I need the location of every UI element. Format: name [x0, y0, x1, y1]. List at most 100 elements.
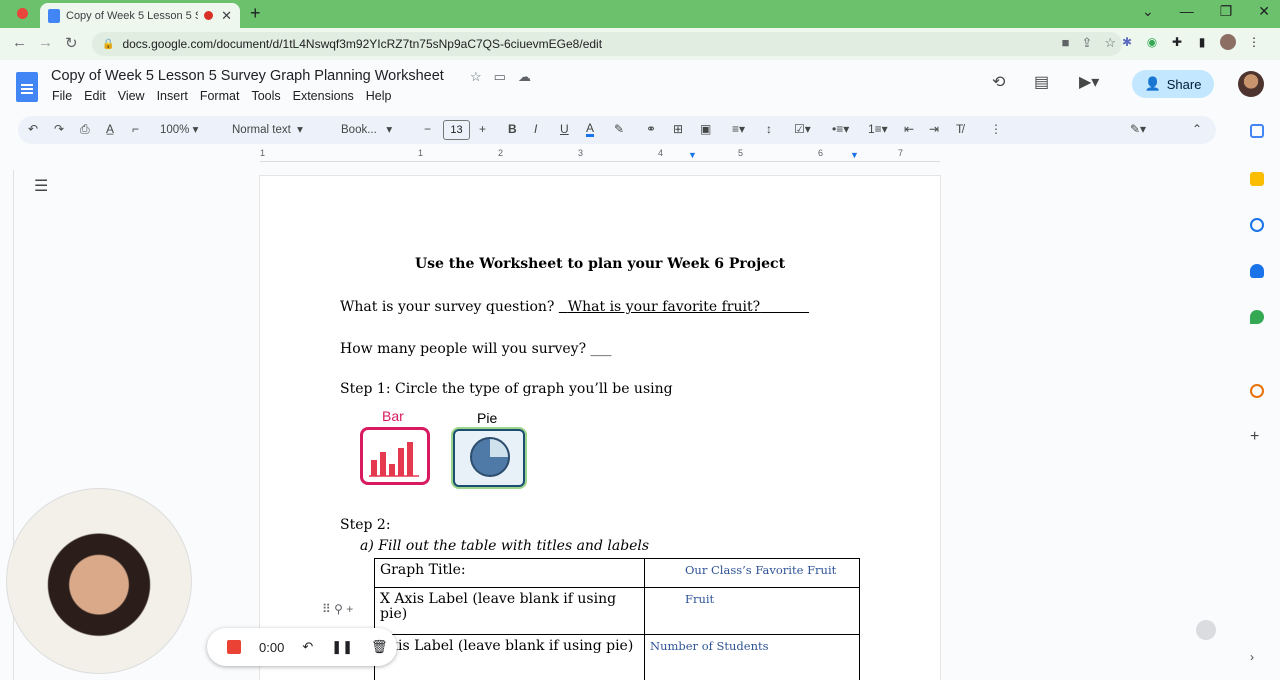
spellcheck-icon[interactable]: A̲ [106, 122, 114, 136]
bookmark-star-icon[interactable]: ☆ [1104, 35, 1116, 51]
close-tab-icon[interactable]: ✕ [221, 8, 232, 24]
row-drag-handle-icon[interactable]: ⠿ ⚲ + [322, 602, 353, 616]
increase-font-icon[interactable]: + [479, 122, 486, 136]
keep-icon[interactable] [1250, 172, 1264, 186]
webcam-bubble[interactable] [6, 488, 192, 674]
delete-icon[interactable]: 🗑 [371, 639, 388, 655]
font-size-input[interactable]: 13 [443, 120, 470, 140]
menu-format[interactable]: Format [200, 89, 240, 103]
menu-edit[interactable]: Edit [84, 89, 106, 103]
clear-formatting-icon[interactable]: T̸ [956, 122, 963, 136]
reload-icon[interactable]: ↻ [65, 34, 78, 52]
font-select[interactable]: Book... ▾ [341, 122, 392, 136]
table-answer-cell[interactable]: Fruit [644, 587, 860, 635]
menu-file[interactable]: File [52, 89, 72, 103]
bar-graph-icon[interactable] [360, 427, 430, 485]
show-panel-icon[interactable]: › [1250, 650, 1264, 664]
explore-icon[interactable] [1196, 620, 1216, 640]
pie-graph-icon[interactable] [453, 429, 525, 487]
menu-view[interactable]: View [118, 89, 145, 103]
pause-icon[interactable]: ❚❚ [331, 639, 353, 655]
document-page[interactable]: Use the Worksheet to plan your Week 6 Pr… [260, 176, 940, 680]
style-select[interactable]: Normal text ▾ [232, 122, 303, 136]
url-bar[interactable]: 🔒 docs.google.com/document/d/1tL4Nswqf3m… [92, 32, 1122, 56]
underline-icon[interactable]: U [560, 122, 569, 136]
menu-help[interactable]: Help [366, 89, 392, 103]
profile-avatar[interactable] [1220, 34, 1236, 50]
extension-gear-icon[interactable]: ✱ [1120, 35, 1134, 49]
user-avatar[interactable] [1238, 71, 1264, 97]
version-history-icon[interactable]: ⟲ [992, 72, 1005, 92]
worksheet-heading: Use the Worksheet to plan your Week 6 Pr… [414, 256, 786, 272]
table-label-cell[interactable]: Graph Title: [374, 558, 645, 588]
restart-icon[interactable]: ↶ [302, 639, 313, 655]
browser-menu-icon[interactable]: ⋮ [1247, 35, 1261, 49]
editing-mode-icon[interactable]: ✎▾ [1130, 122, 1146, 136]
table-label-cell[interactable]: Axis Label (leave blank if using pie) [374, 634, 645, 680]
minimize-icon[interactable]: — [1180, 3, 1194, 20]
image-icon[interactable]: ▣ [700, 122, 711, 136]
docs-logo-icon[interactable] [16, 72, 38, 102]
decrease-font-icon[interactable]: − [424, 122, 431, 136]
close-window-icon[interactable]: ✕ [1258, 3, 1270, 20]
extension-icons: ✱ ◉ ✚ ▮ ⋮ [1120, 34, 1261, 50]
meet-icon[interactable]: ▶▾ [1079, 72, 1099, 92]
table-label-cell[interactable]: X Axis Label (leave blank if using pie) [374, 587, 645, 635]
calendar-icon[interactable] [1250, 124, 1264, 138]
paint-format-icon[interactable]: ⌐ [132, 122, 139, 136]
link-icon[interactable]: ⚭ [646, 122, 656, 136]
move-folder-icon[interactable]: ▭ [494, 69, 506, 85]
table-answer-cell[interactable]: Our Class’s Favorite Fruit [644, 558, 860, 588]
print-icon[interactable]: ⎙ [80, 122, 90, 137]
stop-recording-icon[interactable] [227, 640, 241, 654]
menu-tools[interactable]: Tools [251, 89, 280, 103]
align-icon[interactable]: ≡▾ [732, 122, 745, 136]
restore-icon[interactable]: ❐ [1220, 3, 1233, 20]
share-button[interactable]: 👤 Share [1132, 70, 1214, 98]
extension-beta-icon[interactable]: ◉ [1145, 35, 1159, 49]
menu-extensions[interactable]: Extensions [293, 89, 354, 103]
addon-icon[interactable] [1250, 384, 1264, 398]
italic-icon[interactable]: I [534, 122, 537, 136]
browser-tab-strip: Copy of Week 5 Lesson 5 Su ✕ + ⌄ — ❐ ✕ [0, 0, 1280, 28]
tasks-icon[interactable] [1250, 218, 1264, 232]
comment-icon[interactable]: ⊞ [673, 122, 683, 136]
get-addons-icon[interactable]: + [1250, 429, 1264, 445]
more-options-icon[interactable]: ⋮ [990, 122, 1002, 136]
document-outline-icon[interactable]: ☰ [34, 176, 48, 196]
checklist-icon[interactable]: ☑▾ [794, 122, 811, 136]
new-tab-button[interactable]: + [250, 3, 261, 24]
highlight-icon[interactable]: ✎ [614, 122, 624, 136]
camera-icon[interactable]: ■ [1062, 35, 1070, 51]
contacts-icon[interactable] [1250, 264, 1264, 278]
text-color-icon[interactable]: A [586, 122, 595, 137]
hide-menus-icon[interactable]: ⌃ [1192, 122, 1202, 136]
undo-icon[interactable]: ↶ [28, 122, 38, 136]
line-spacing-icon[interactable]: ↕ [766, 122, 772, 136]
decrease-indent-icon[interactable]: ⇤ [904, 122, 914, 136]
star-icon[interactable]: ☆ [470, 69, 482, 85]
back-icon[interactable]: ← [12, 34, 27, 51]
side-panel-icon[interactable]: ▮ [1195, 35, 1209, 49]
step1-text: Step 1: Circle the type of graph you’ll … [340, 381, 673, 397]
bulleted-list-icon[interactable]: •≡▾ [832, 122, 849, 136]
increase-indent-icon[interactable]: ⇥ [929, 122, 939, 136]
comments-icon[interactable]: ▤ [1034, 72, 1049, 92]
right-indent-marker-icon[interactable]: ▼ [850, 150, 859, 160]
table-answer-cell[interactable]: Number of Students [644, 634, 860, 680]
share-page-icon[interactable]: ⇪ [1081, 35, 1092, 51]
ruler-mark: 6 [818, 148, 824, 158]
numbered-list-icon[interactable]: 1≡▾ [868, 122, 888, 136]
browser-tab[interactable]: Copy of Week 5 Lesson 5 Su ✕ [40, 3, 240, 28]
document-title[interactable]: Copy of Week 5 Lesson 5 Survey Graph Pla… [51, 68, 444, 84]
extensions-puzzle-icon[interactable]: ✚ [1170, 35, 1184, 49]
zoom-select[interactable]: 100% ▾ [160, 122, 198, 136]
menu-insert[interactable]: Insert [157, 89, 188, 103]
tab-search-icon[interactable]: ⌄ [1142, 3, 1154, 20]
indent-marker-icon[interactable]: ▼ [688, 150, 697, 160]
bold-icon[interactable]: B [508, 122, 517, 136]
forward-icon[interactable]: → [38, 34, 53, 51]
font-value: Book... [341, 124, 377, 136]
redo-icon[interactable]: ↷ [54, 122, 64, 136]
maps-icon[interactable] [1250, 310, 1264, 324]
